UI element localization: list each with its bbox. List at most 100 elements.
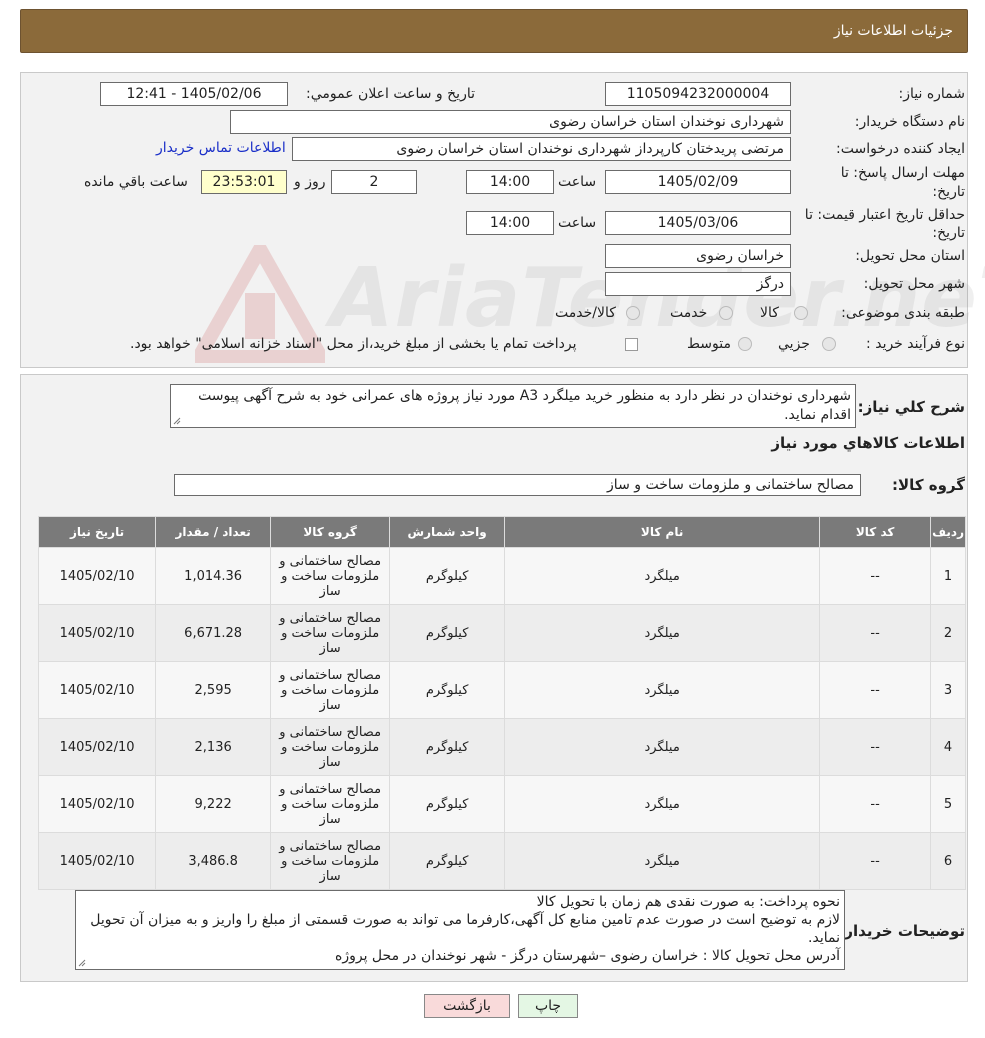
cell-group: مصالح ساختمانی و ملزومات ساخت و ساز [271, 719, 390, 775]
announce-field: 1405/02/06 - 12:41 [100, 82, 288, 106]
cell-code: -- [820, 605, 931, 661]
buyer-notes-textarea[interactable]: نحوه پرداخت: به صورت نقدی هم زمان با تحو… [75, 890, 845, 970]
payment-note: پرداخت تمام یا بخشی از مبلغ خرید،از محل … [130, 336, 577, 352]
validity-date-field: 1405/03/06 [605, 211, 791, 235]
cell-name: میلگرد [505, 833, 820, 889]
creator-label: ایجاد کننده درخواست: [836, 141, 965, 157]
summary-label: شرح کلي نیاز: [857, 398, 965, 416]
province-field: خراسان رضوی [605, 244, 791, 268]
need-number-label: شماره نیاز: [898, 86, 966, 102]
category-label: طبقه بندی موضوعی: [841, 305, 965, 321]
cell-code: -- [820, 548, 931, 604]
cell-name: میلگرد [505, 776, 820, 832]
cell-row-number: 1 [931, 548, 965, 604]
validity-label-date: تاریخ: [932, 225, 965, 241]
category-option-service: خدمت [670, 305, 708, 321]
deadline-time-label: ساعت [558, 174, 597, 190]
cell-group: مصالح ساختمانی و ملزومات ساخت و ساز [271, 662, 390, 718]
table-row: 1 -- میلگرد کیلوگرم مصالح ساختمانی و ملزومات… [39, 548, 965, 604]
col-header-row-number: ردیف [931, 517, 965, 547]
category-radio-goods-service[interactable] [626, 306, 640, 320]
cell-group: مصالح ساختمانی و ملزومات ساخت و ساز [271, 548, 390, 604]
cell-quantity: 2,136 [156, 719, 271, 775]
days-field: 2 [331, 170, 417, 194]
city-label: شهر محل تحویل: [863, 276, 965, 292]
col-header-code: کد کالا [820, 517, 931, 547]
cell-need-date: 1405/02/10 [39, 833, 156, 889]
resize-grip-icon[interactable] [173, 417, 181, 425]
deadline-label: مهلت ارسال پاسخ: تا [840, 165, 965, 181]
cell-quantity: 1,014.36 [156, 548, 271, 604]
cell-quantity: 9,222 [156, 776, 271, 832]
process-radio-medium[interactable] [738, 337, 752, 351]
cell-unit: کیلوگرم [390, 719, 505, 775]
page-title: جزئیات اطلاعات نیاز [833, 23, 953, 39]
category-radio-service[interactable] [719, 306, 733, 320]
treasury-checkbox[interactable] [625, 338, 638, 351]
province-label: استان محل تحویل: [855, 248, 965, 264]
table-header-row: ردیف کد کالا نام کالا واحد شمارش گروه کا… [39, 517, 965, 547]
deadline-time-field: 14:00 [466, 170, 554, 194]
col-header-quantity: تعداد / مقدار [156, 517, 271, 547]
cell-need-date: 1405/02/10 [39, 662, 156, 718]
page-header: جزئیات اطلاعات نیاز [20, 9, 968, 53]
cell-row-number: 4 [931, 719, 965, 775]
col-header-name: نام کالا [505, 517, 820, 547]
table-row: 5 -- میلگرد کیلوگرم مصالح ساختمانی و ملزومات… [39, 776, 965, 832]
cell-name: میلگرد [505, 719, 820, 775]
cell-code: -- [820, 776, 931, 832]
cell-row-number: 6 [931, 833, 965, 889]
cell-row-number: 5 [931, 776, 965, 832]
cell-unit: کیلوگرم [390, 833, 505, 889]
buyer-org-field: شهرداری نوخندان استان خراسان رضوی [230, 110, 791, 134]
announce-label: تاریخ و ساعت اعلان عمومي: [306, 86, 475, 102]
buyer-contact-link[interactable]: اطلاعات تماس خریدار [156, 140, 286, 156]
goods-group-field: مصالح ساختمانی و ملزومات ساخت و ساز [174, 474, 861, 496]
buyer-notes-line-1: نحوه پرداخت: به صورت نقدی هم زمان با تحو… [536, 894, 840, 910]
table-row: 2 -- میلگرد کیلوگرم مصالح ساختمانی و ملزومات… [39, 605, 965, 661]
cell-code: -- [820, 833, 931, 889]
print-button[interactable]: چاپ [518, 994, 578, 1018]
cell-unit: کیلوگرم [390, 662, 505, 718]
cell-group: مصالح ساختمانی و ملزومات ساخت و ساز [271, 833, 390, 889]
cell-group: مصالح ساختمانی و ملزومات ساخت و ساز [271, 776, 390, 832]
goods-section-title: اطلاعات کالاهاي مورد نیاز [771, 434, 965, 452]
cell-name: میلگرد [505, 662, 820, 718]
deadline-label-date: تاریخ: [932, 184, 965, 200]
summary-text: شهرداری نوخندان در نظر دارد به منظور خری… [198, 388, 851, 423]
cell-code: -- [820, 662, 931, 718]
validity-label: حداقل تاریخ اعتبار قیمت: تا [804, 207, 965, 223]
back-button[interactable]: بازگشت [424, 994, 510, 1018]
table-row: 3 -- میلگرد کیلوگرم مصالح ساختمانی و ملزومات… [39, 662, 965, 718]
goods-group-label: گروه کالا: [892, 476, 965, 494]
process-radio-minor[interactable] [822, 337, 836, 351]
process-option-medium: متوسط [687, 336, 731, 352]
table-row: 6 -- میلگرد کیلوگرم مصالح ساختمانی و ملزومات… [39, 833, 965, 889]
validity-time-field: 14:00 [466, 211, 554, 235]
remaining-label: ساعت باقي مانده [84, 174, 188, 190]
cell-quantity: 2,595 [156, 662, 271, 718]
buyer-org-label: نام دستگاه خریدار: [854, 114, 965, 130]
cell-quantity: 3,486.8 [156, 833, 271, 889]
creator-field: مرتضی پریدختان کارپرداز شهرداری نوخندان … [292, 137, 791, 161]
days-label: روز و [294, 174, 326, 190]
category-option-goods-service: کالا/خدمت [555, 305, 616, 321]
validity-time-label: ساعت [558, 215, 597, 231]
summary-textarea[interactable]: شهرداری نوخندان در نظر دارد به منظور خری… [170, 384, 856, 428]
remaining-time-field: 23:53:01 [201, 170, 287, 194]
cell-need-date: 1405/02/10 [39, 776, 156, 832]
city-field: درگز [605, 272, 791, 296]
cell-unit: کیلوگرم [390, 605, 505, 661]
buyer-notes-line-2: لازم به توضیح است در صورت عدم تامین مناب… [90, 912, 840, 946]
cell-group: مصالح ساختمانی و ملزومات ساخت و ساز [271, 605, 390, 661]
category-radio-goods[interactable] [794, 306, 808, 320]
col-header-need-date: تاریخ نیاز [39, 517, 156, 547]
table-row: 4 -- میلگرد کیلوگرم مصالح ساختمانی و ملزومات… [39, 719, 965, 775]
resize-grip-icon[interactable] [78, 959, 86, 967]
cell-need-date: 1405/02/10 [39, 719, 156, 775]
process-label: نوع فرآیند خرید : [866, 336, 965, 352]
cell-quantity: 6,671.28 [156, 605, 271, 661]
cell-row-number: 3 [931, 662, 965, 718]
category-option-goods: کالا [760, 305, 779, 321]
buyer-notes-line-3: آدرس محل تحویل کالا : خراسان رضوی –شهرست… [335, 948, 840, 964]
